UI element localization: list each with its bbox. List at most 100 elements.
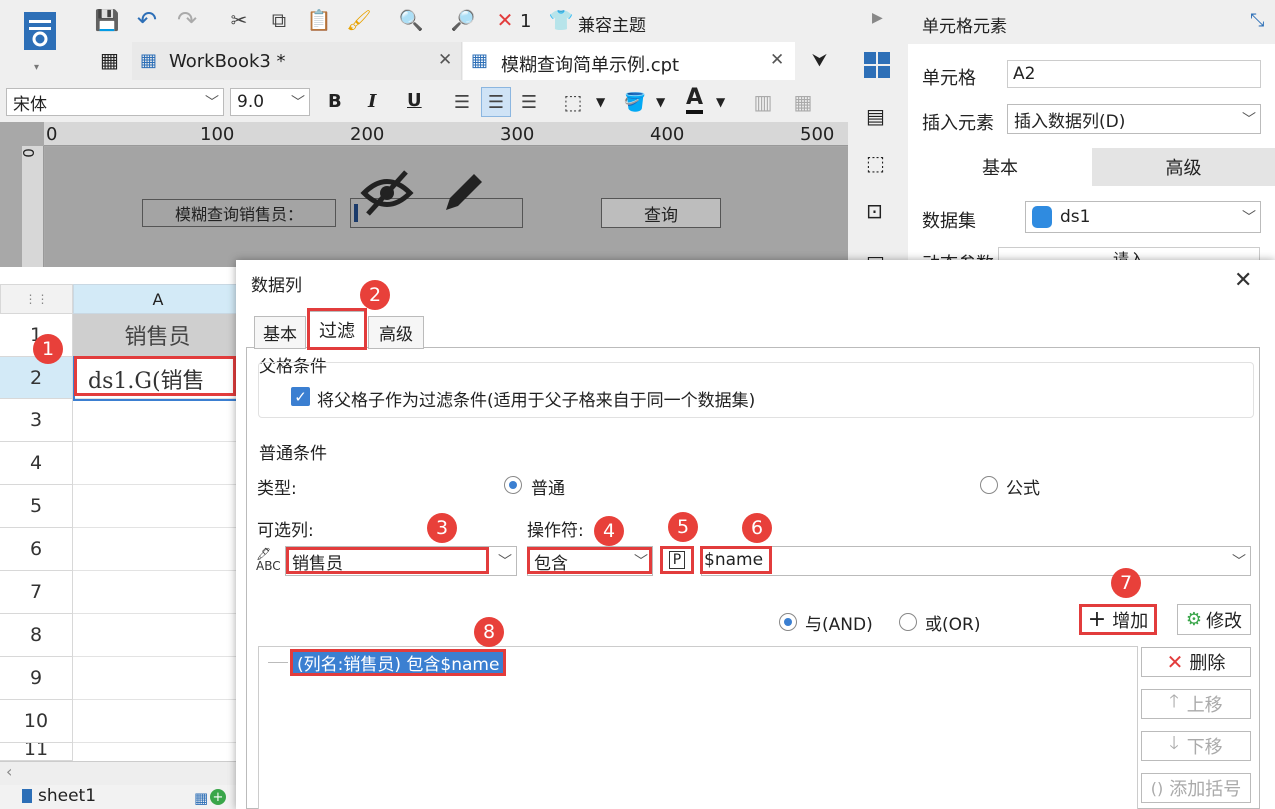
row-header[interactable]: 9 xyxy=(0,657,73,700)
tab-menu-icon[interactable]: ⮟ xyxy=(812,50,827,71)
sheet-tab[interactable]: sheet1 xyxy=(38,786,96,806)
dynamic-params-button[interactable]: 请入 xyxy=(998,247,1260,261)
row-header[interactable]: 6 xyxy=(0,528,73,571)
cell-a7[interactable] xyxy=(73,571,243,614)
delete-button[interactable]: ✕ 删除 xyxy=(1141,647,1251,677)
preview-icon[interactable]: 🔎 xyxy=(450,7,476,33)
column-type-icon[interactable]: 🖋 ABC xyxy=(256,548,281,572)
font-select[interactable]: 宋体 ﹀ xyxy=(6,88,224,116)
cell-a1[interactable]: 销售员 xyxy=(73,314,243,357)
column-label: 可选列: xyxy=(257,521,314,541)
tab-cpt[interactable]: ▦ 模糊查询简单示例.cpt ✕ xyxy=(463,42,795,80)
border-icon[interactable]: ⬚ xyxy=(560,89,586,115)
italic-button[interactable]: I xyxy=(368,91,376,112)
type-normal-radio[interactable] xyxy=(504,474,522,494)
add-sheet-plus-icon[interactable]: + xyxy=(210,789,226,805)
add-sheet-icon[interactable]: ▦ xyxy=(194,789,208,807)
cell-a3[interactable] xyxy=(73,399,243,442)
logo-dropdown-icon[interactable]: ▾ xyxy=(34,62,39,73)
chevron-down-icon[interactable]: ▼ xyxy=(656,95,665,109)
dataset-select[interactable]: ds1 ﹀ xyxy=(1025,201,1261,233)
fill-color-icon[interactable]: 🪣 xyxy=(622,89,648,115)
row-header[interactable]: 3 xyxy=(0,399,73,442)
radio-icon xyxy=(779,612,797,631)
dialog-tab-basic[interactable]: 基本 xyxy=(254,316,306,349)
row-header[interactable]: 4 xyxy=(0,442,73,485)
move-up-button[interactable]: 🡑 上移 xyxy=(1141,689,1251,719)
annotation-badge: 6 xyxy=(742,513,772,543)
align-center-icon[interactable]: ☰ xyxy=(481,87,511,117)
tab-advanced-panel[interactable]: 高级 xyxy=(1092,148,1275,186)
cell-a4[interactable] xyxy=(73,442,243,485)
cell-field[interactable]: A2 xyxy=(1007,60,1261,88)
column-select-highlight xyxy=(286,547,489,574)
cell-a5[interactable] xyxy=(73,485,243,528)
cell-element-icon[interactable] xyxy=(862,50,892,80)
format-brush-icon[interactable]: 🖌 xyxy=(346,7,372,33)
dialog-close-icon[interactable]: ✕ xyxy=(1234,268,1252,293)
cut-icon[interactable]: ✂ xyxy=(226,7,252,33)
scroll-left-icon[interactable]: ‹ xyxy=(6,762,12,781)
align-left-icon[interactable]: ☰ xyxy=(449,89,475,115)
collapse-arrow-icon[interactable]: ⤡ xyxy=(1250,10,1264,31)
row-header[interactable]: 10 xyxy=(0,700,73,743)
grid-icon[interactable]: ▦ xyxy=(100,48,119,72)
value-select[interactable]: ﹀ xyxy=(701,546,1251,576)
hide-eye-icon[interactable] xyxy=(360,168,414,218)
row-header[interactable]: 8 xyxy=(0,614,73,657)
condition-item[interactable]: (列名:销售员) 包含$name xyxy=(290,649,507,676)
insert-select[interactable]: 插入数据列(D) ﹀ xyxy=(1007,104,1261,134)
tab-workbook[interactable]: ▦ WorkBook3 * ✕ xyxy=(132,42,462,80)
row-header[interactable]: 7 xyxy=(0,571,73,614)
corner-select[interactable]: ⋮⋮ xyxy=(0,284,73,314)
cell-attribute-icon[interactable]: ▤ xyxy=(866,104,885,128)
add-button[interactable]: + 增加 xyxy=(1079,604,1157,635)
close-icon[interactable]: ✕ xyxy=(770,50,784,70)
type-formula-radio[interactable] xyxy=(980,474,998,494)
font-size-select[interactable]: 9.0 ﹀ xyxy=(230,88,310,116)
row-header[interactable]: 5 xyxy=(0,485,73,528)
edit-pencil-icon[interactable] xyxy=(438,168,488,218)
table-icon[interactable]: ▦ xyxy=(790,89,816,115)
underline-button[interactable]: U xyxy=(407,90,422,111)
horizontal-scrollbar[interactable] xyxy=(0,761,243,785)
border-attr-icon[interactable]: ⬚ xyxy=(866,151,885,175)
redo-icon[interactable]: ↷ xyxy=(174,6,200,34)
bold-button[interactable]: B xyxy=(328,91,342,112)
widget-icon[interactable]: ⊡ xyxy=(866,199,883,223)
tab-basic-panel[interactable]: 基本 xyxy=(908,148,1092,186)
column-header-a[interactable]: A xyxy=(73,284,243,314)
close-icon[interactable]: ✕ xyxy=(438,50,452,70)
theme-icon[interactable]: 👕 xyxy=(548,7,574,33)
chevron-down-icon[interactable]: ▼ xyxy=(716,95,725,109)
error-icon[interactable]: ✕ xyxy=(492,7,518,33)
app-logo-icon[interactable] xyxy=(22,10,58,56)
or-radio[interactable] xyxy=(899,611,917,631)
move-down-button[interactable]: 🡓 下移 xyxy=(1141,731,1251,761)
copy-icon[interactable]: ⧉ xyxy=(266,7,292,33)
value-text: $name xyxy=(704,550,764,570)
row-header[interactable]: 11 xyxy=(0,743,73,761)
undo-icon[interactable]: ↶ xyxy=(134,6,160,34)
compat-theme-button[interactable]: 兼容主题 xyxy=(578,11,646,36)
chevron-down-icon[interactable]: ▼ xyxy=(596,95,605,109)
merge-icon[interactable]: ▥ xyxy=(750,89,776,115)
cell-a8[interactable] xyxy=(73,614,243,657)
dialog-tab-advanced[interactable]: 高级 xyxy=(368,316,424,349)
cell-a9[interactable] xyxy=(73,657,243,700)
modify-button[interactable]: ⚙ 修改 xyxy=(1177,604,1251,635)
parent-checkbox[interactable]: ✓ xyxy=(291,387,310,406)
expand-arrow-icon[interactable]: ▶ xyxy=(872,10,883,26)
cell-a10[interactable] xyxy=(73,700,243,743)
cell-a6[interactable] xyxy=(73,528,243,571)
and-radio[interactable] xyxy=(779,611,797,631)
align-right-icon[interactable]: ☰ xyxy=(516,89,542,115)
save-icon[interactable]: 💾 xyxy=(94,7,120,33)
param-icon[interactable]: P xyxy=(660,546,694,574)
row-header[interactable]: 2 xyxy=(0,357,73,399)
paste-icon[interactable]: 📋 xyxy=(306,7,332,33)
query-button[interactable]: 查询 xyxy=(601,198,721,228)
add-bracket-button[interactable]: () 添加括号 xyxy=(1141,773,1251,803)
text-search-icon[interactable]: 🔍 xyxy=(398,7,424,33)
text-color-button[interactable]: A xyxy=(686,86,704,114)
